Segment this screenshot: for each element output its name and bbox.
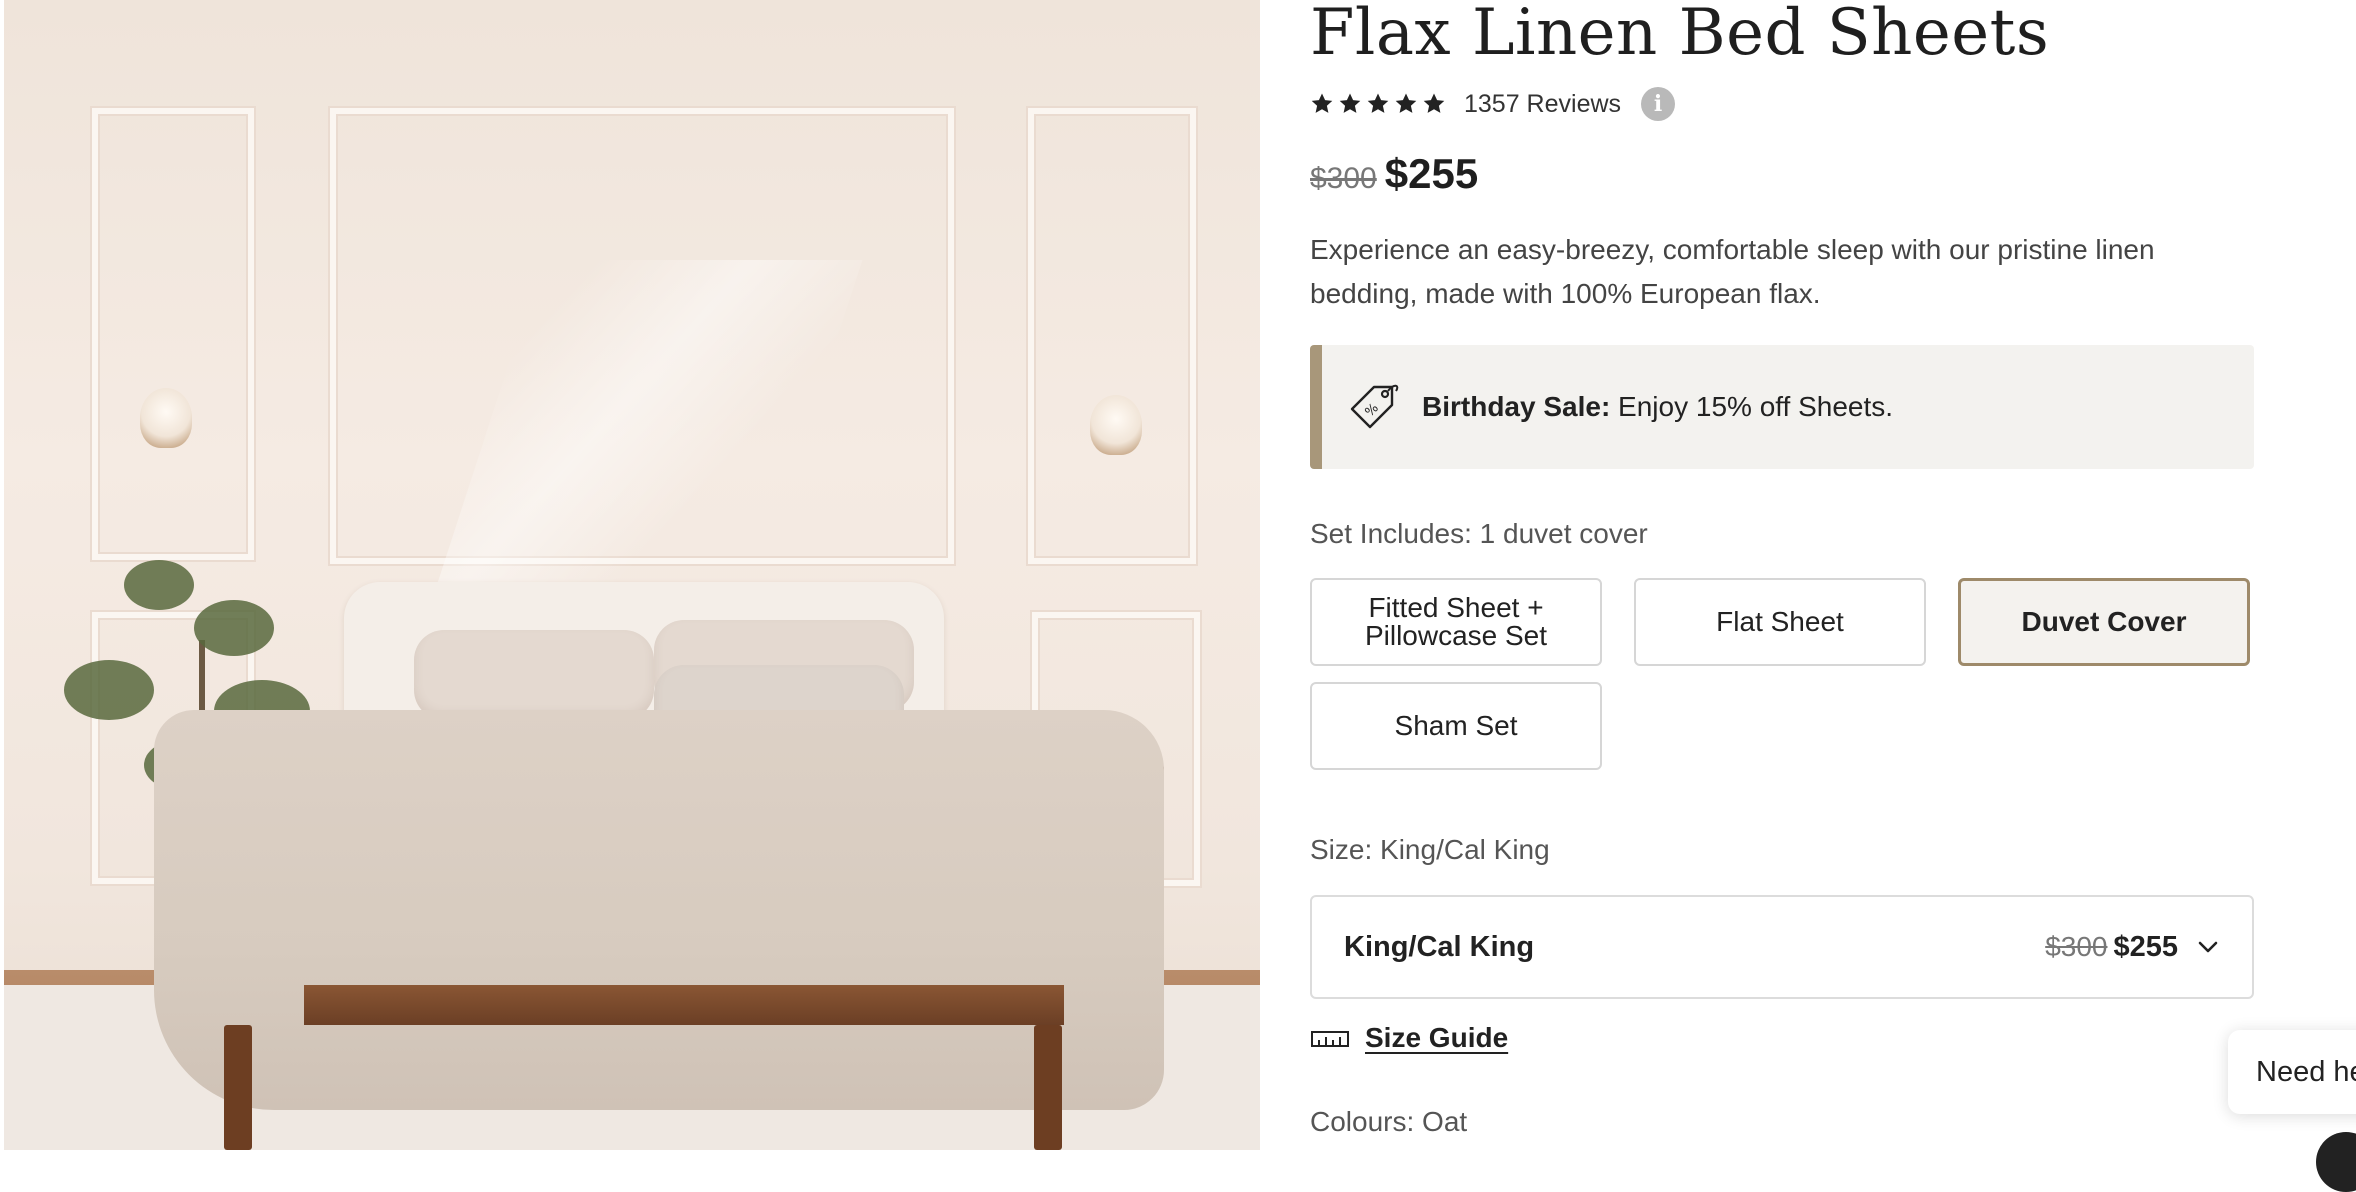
promo-banner: % Birthday Sale: Enjoy 15% off Sheets. (1310, 345, 2254, 469)
option-label: Flat Sheet (1716, 606, 1844, 637)
star-icon (1367, 93, 1389, 113)
duvet (154, 710, 1164, 1110)
size-label: Size: King/Cal King (1310, 834, 1550, 865)
star-icon (1395, 93, 1417, 113)
promo-text: Birthday Sale: Enjoy 15% off Sheets. (1422, 391, 1893, 423)
option-duvet-cover[interactable]: Duvet Cover (1958, 578, 2250, 666)
reviews-link[interactable]: 1357 Reviews (1464, 90, 1621, 119)
rating-stars[interactable] (1310, 92, 1446, 116)
promo-detail: Enjoy 15% off Sheets. (1610, 391, 1894, 422)
help-label: Need help? (2256, 1055, 2356, 1088)
info-icon[interactable]: i (1641, 87, 1676, 121)
product-title: Flax Linen Bed Sheets (1310, 0, 2050, 70)
product-description: Experience an easy-breezy, comfortable s… (1310, 234, 2155, 309)
size-select[interactable]: King/Cal King $300 $255 (1310, 895, 2254, 999)
bed-leg (1034, 1025, 1062, 1150)
price: $300 $255 (1310, 150, 1478, 198)
bed-leg (224, 1025, 252, 1150)
star-icon (1339, 93, 1361, 113)
wall-molding (1028, 108, 1196, 564)
promo-title: Birthday Sale: (1422, 391, 1611, 422)
price-original: $300 (1310, 162, 1377, 195)
bed-frame (304, 985, 1064, 1025)
option-fitted-sheet-pillowcase-set[interactable]: Fitted Sheet + Pillowcase Set (1310, 578, 1602, 666)
product-image (4, 0, 1260, 1150)
size-price-sale: $255 (2113, 930, 2178, 963)
option-label: Sham Set (1394, 710, 1518, 741)
wall-molding (92, 108, 254, 560)
plant-leaves (194, 600, 274, 656)
option-label-line1: Fitted Sheet + (1368, 592, 1544, 623)
option-label: Duvet Cover (2021, 606, 2187, 637)
plant-leaves (64, 660, 154, 720)
product-details: Flax Linen Bed Sheets 1357 Reviews i $30… (1310, 0, 2256, 1150)
size-selected-value: King/Cal King (1344, 930, 1535, 963)
help-chat-popup[interactable]: Need help? (2228, 1030, 2356, 1114)
wall-sconce (1090, 395, 1142, 455)
option-flat-sheet[interactable]: Flat Sheet (1634, 578, 1926, 666)
ruler-icon (1311, 1031, 1349, 1047)
pillow (414, 630, 654, 720)
wall-sconce (140, 388, 192, 448)
price-sale: $255 (1384, 150, 1479, 197)
price-tag-icon: % (1350, 384, 1399, 429)
size-price-original: $300 (2045, 931, 2108, 962)
chevron-down-icon (2198, 941, 2218, 953)
option-label-line2: Pillowcase Set (1364, 620, 1548, 651)
star-icon (1423, 93, 1445, 113)
plant-leaves (124, 560, 194, 610)
star-icon (1311, 93, 1333, 113)
set-includes-label: Set Includes: 1 duvet cover (1310, 518, 1648, 549)
size-guide-link[interactable]: Size Guide (1310, 1022, 1508, 1054)
chat-launcher-button[interactable] (2316, 1132, 2356, 1192)
rating-row: 1357 Reviews i (1310, 84, 1676, 124)
size-guide-label: Size Guide (1365, 1022, 1509, 1053)
colours-label: Colours: Oat (1310, 1106, 1468, 1137)
option-sham-set[interactable]: Sham Set (1310, 682, 1602, 770)
